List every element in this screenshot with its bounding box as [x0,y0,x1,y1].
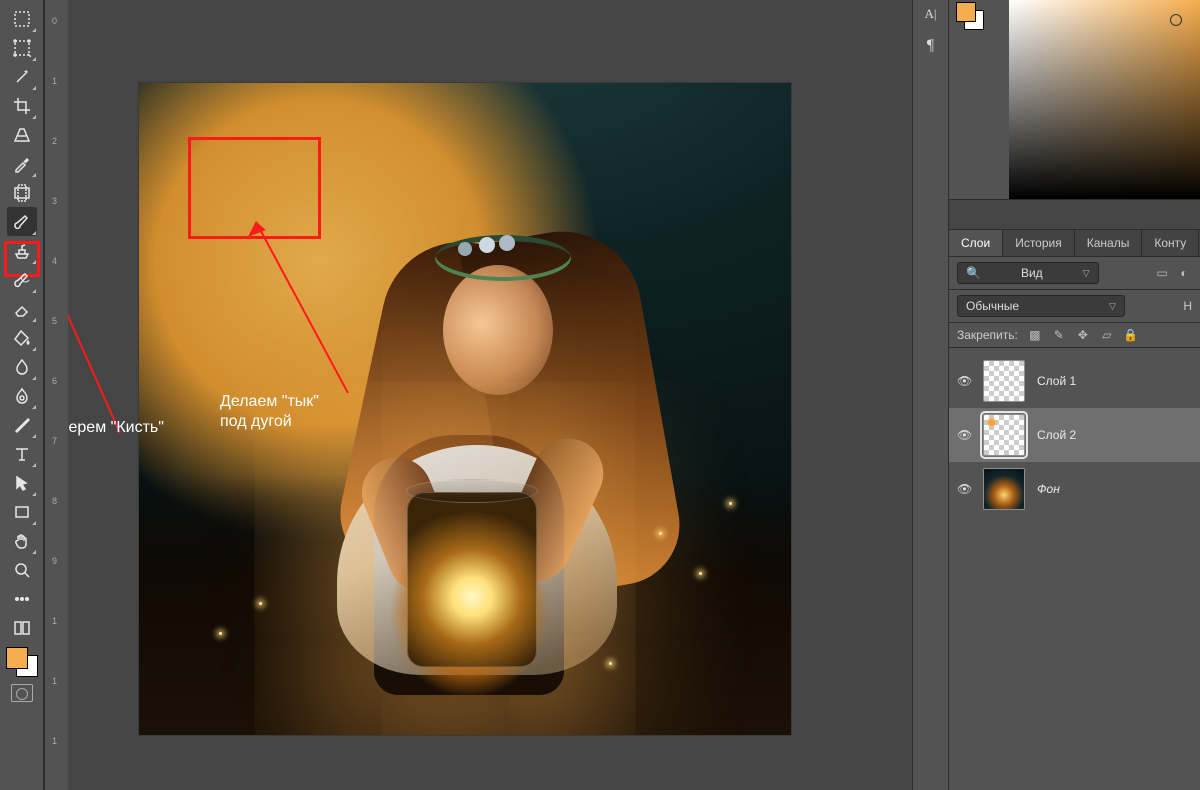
annotation-brush-label: Берем "Кисть" [68,418,164,438]
tool-history-brush[interactable] [7,265,37,294]
character-panel-icon[interactable]: A| [920,4,942,24]
tab-history[interactable]: История [1003,230,1075,256]
annotation-arrow-brush [68,268,128,438]
layer-thumb[interactable] [983,468,1025,510]
ruler-tick-label: 0 [47,16,57,26]
ruler-tick-label: 1 [47,76,57,86]
tab-layers[interactable]: Слои [949,230,1003,256]
tool-crop[interactable] [7,91,37,120]
layer-name: Фон [1037,482,1060,496]
filter-adjust-icon[interactable]: ◐ [1176,265,1192,281]
tool-pen[interactable] [7,410,37,439]
tool-clone-stamp[interactable] [7,236,37,265]
ruler-tick-label: 7 [47,436,57,446]
layer-row[interactable]: 👁 Слой 1 [949,354,1200,408]
tool-rectangle-shape[interactable] [7,497,37,526]
tool-rect-transform[interactable] [7,33,37,62]
tool-blur[interactable] [7,352,37,381]
quick-mask-toggle[interactable] [11,684,33,702]
visibility-toggle[interactable]: 👁 [957,482,971,496]
tab-contours[interactable]: Конту [1142,230,1199,256]
chevron-down-icon: ▽ [1083,268,1090,279]
panel-tabs: Слои История Каналы Конту [949,230,1200,257]
tool-smudge[interactable] [7,381,37,410]
tool-magic-wand[interactable] [7,62,37,91]
filter-image-icon[interactable]: ▭ [1154,265,1170,281]
ruler-tick-label: 5 [47,316,57,326]
ruler-vertical: 0 1 2 3 4 5 6 7 8 9 1 1 1 [44,0,68,790]
lock-artboard-icon[interactable]: ▱ [1100,328,1114,342]
ruler-tick-label: 8 [47,496,57,506]
fg-color-swatch[interactable] [7,648,27,668]
tool-hand[interactable] [7,526,37,555]
layer-name: Слой 1 [1037,374,1076,388]
visibility-toggle[interactable]: 👁 [957,374,971,388]
visibility-toggle[interactable]: 👁 [957,428,971,442]
tab-channels[interactable]: Каналы [1075,230,1143,256]
annotation-arrow-click [243,208,363,398]
toolbox [0,0,44,790]
ruler-tick-label: 4 [47,256,57,266]
color-picker-panel[interactable] [949,0,1200,200]
chevron-down-icon: ▽ [1109,301,1116,312]
tool-path-selection[interactable] [7,468,37,497]
opacity-label-fragment: Н [1183,299,1192,313]
ruler-tick-label: 6 [47,376,57,386]
tool-zoom[interactable] [7,555,37,584]
color-marker[interactable] [1170,14,1182,26]
ruler-tick-label: 1 [47,736,57,746]
lock-brush-icon[interactable]: ✎ [1052,328,1066,342]
tool-frame[interactable] [7,178,37,207]
fg-bg-swatches[interactable] [7,648,37,676]
lock-pixels-icon[interactable]: ▩ [1028,328,1042,342]
tool-type[interactable] [7,439,37,468]
ruler-tick-label: 3 [47,196,57,206]
tool-eyedropper[interactable] [7,149,37,178]
ruler-tick-label: 9 [47,556,57,566]
tool-paint-bucket[interactable] [7,323,37,352]
layers-list: 👁 Слой 1 👁 Слой 2 👁 Фон [949,348,1200,522]
tool-rectangular-marquee[interactable] [7,4,37,33]
layer-row[interactable]: 👁 Слой 2 [949,408,1200,462]
ruler-tick-label: 2 [47,136,57,146]
canvas-stage[interactable]: Делаем "тык" под дугой Берем "Кисть" [68,0,912,790]
layer-name: Слой 2 [1037,428,1076,442]
picker-swatches[interactable] [957,3,983,29]
ruler-tick-label: 1 [47,616,57,626]
layer-thumb[interactable] [983,360,1025,402]
color-field[interactable] [1009,0,1200,199]
tool-brush[interactable] [7,207,37,236]
blend-mode-label: Обычные [966,299,1019,313]
tool-more[interactable] [7,584,37,613]
layer-thumb[interactable] [983,414,1025,456]
layer-row[interactable]: 👁 Фон [949,462,1200,516]
lock-position-icon[interactable]: ✥ [1076,328,1090,342]
blend-mode-dropdown[interactable]: Обычные ▽ [957,295,1125,317]
ruler-tick-label: 1 [47,676,57,686]
tool-perspective-crop[interactable] [7,120,37,149]
lock-label: Закрепить: [957,328,1018,342]
lock-all-icon[interactable]: 🔒 [1124,328,1138,342]
annotation-click-label: Делаем "тык" под дугой [220,392,319,432]
layer-filter-dropdown[interactable]: 🔍 Вид ▽ [957,262,1099,284]
right-rail: A| ¶ [912,0,948,790]
tool-edit-toolbar[interactable] [7,613,37,642]
right-panel: Слои История Каналы Конту 🔍 Вид ▽ ▭ ◐ Об… [948,0,1200,790]
tool-eraser[interactable] [7,294,37,323]
paragraph-panel-icon[interactable]: ¶ [920,36,942,56]
layer-filter-label: Вид [1021,266,1043,280]
